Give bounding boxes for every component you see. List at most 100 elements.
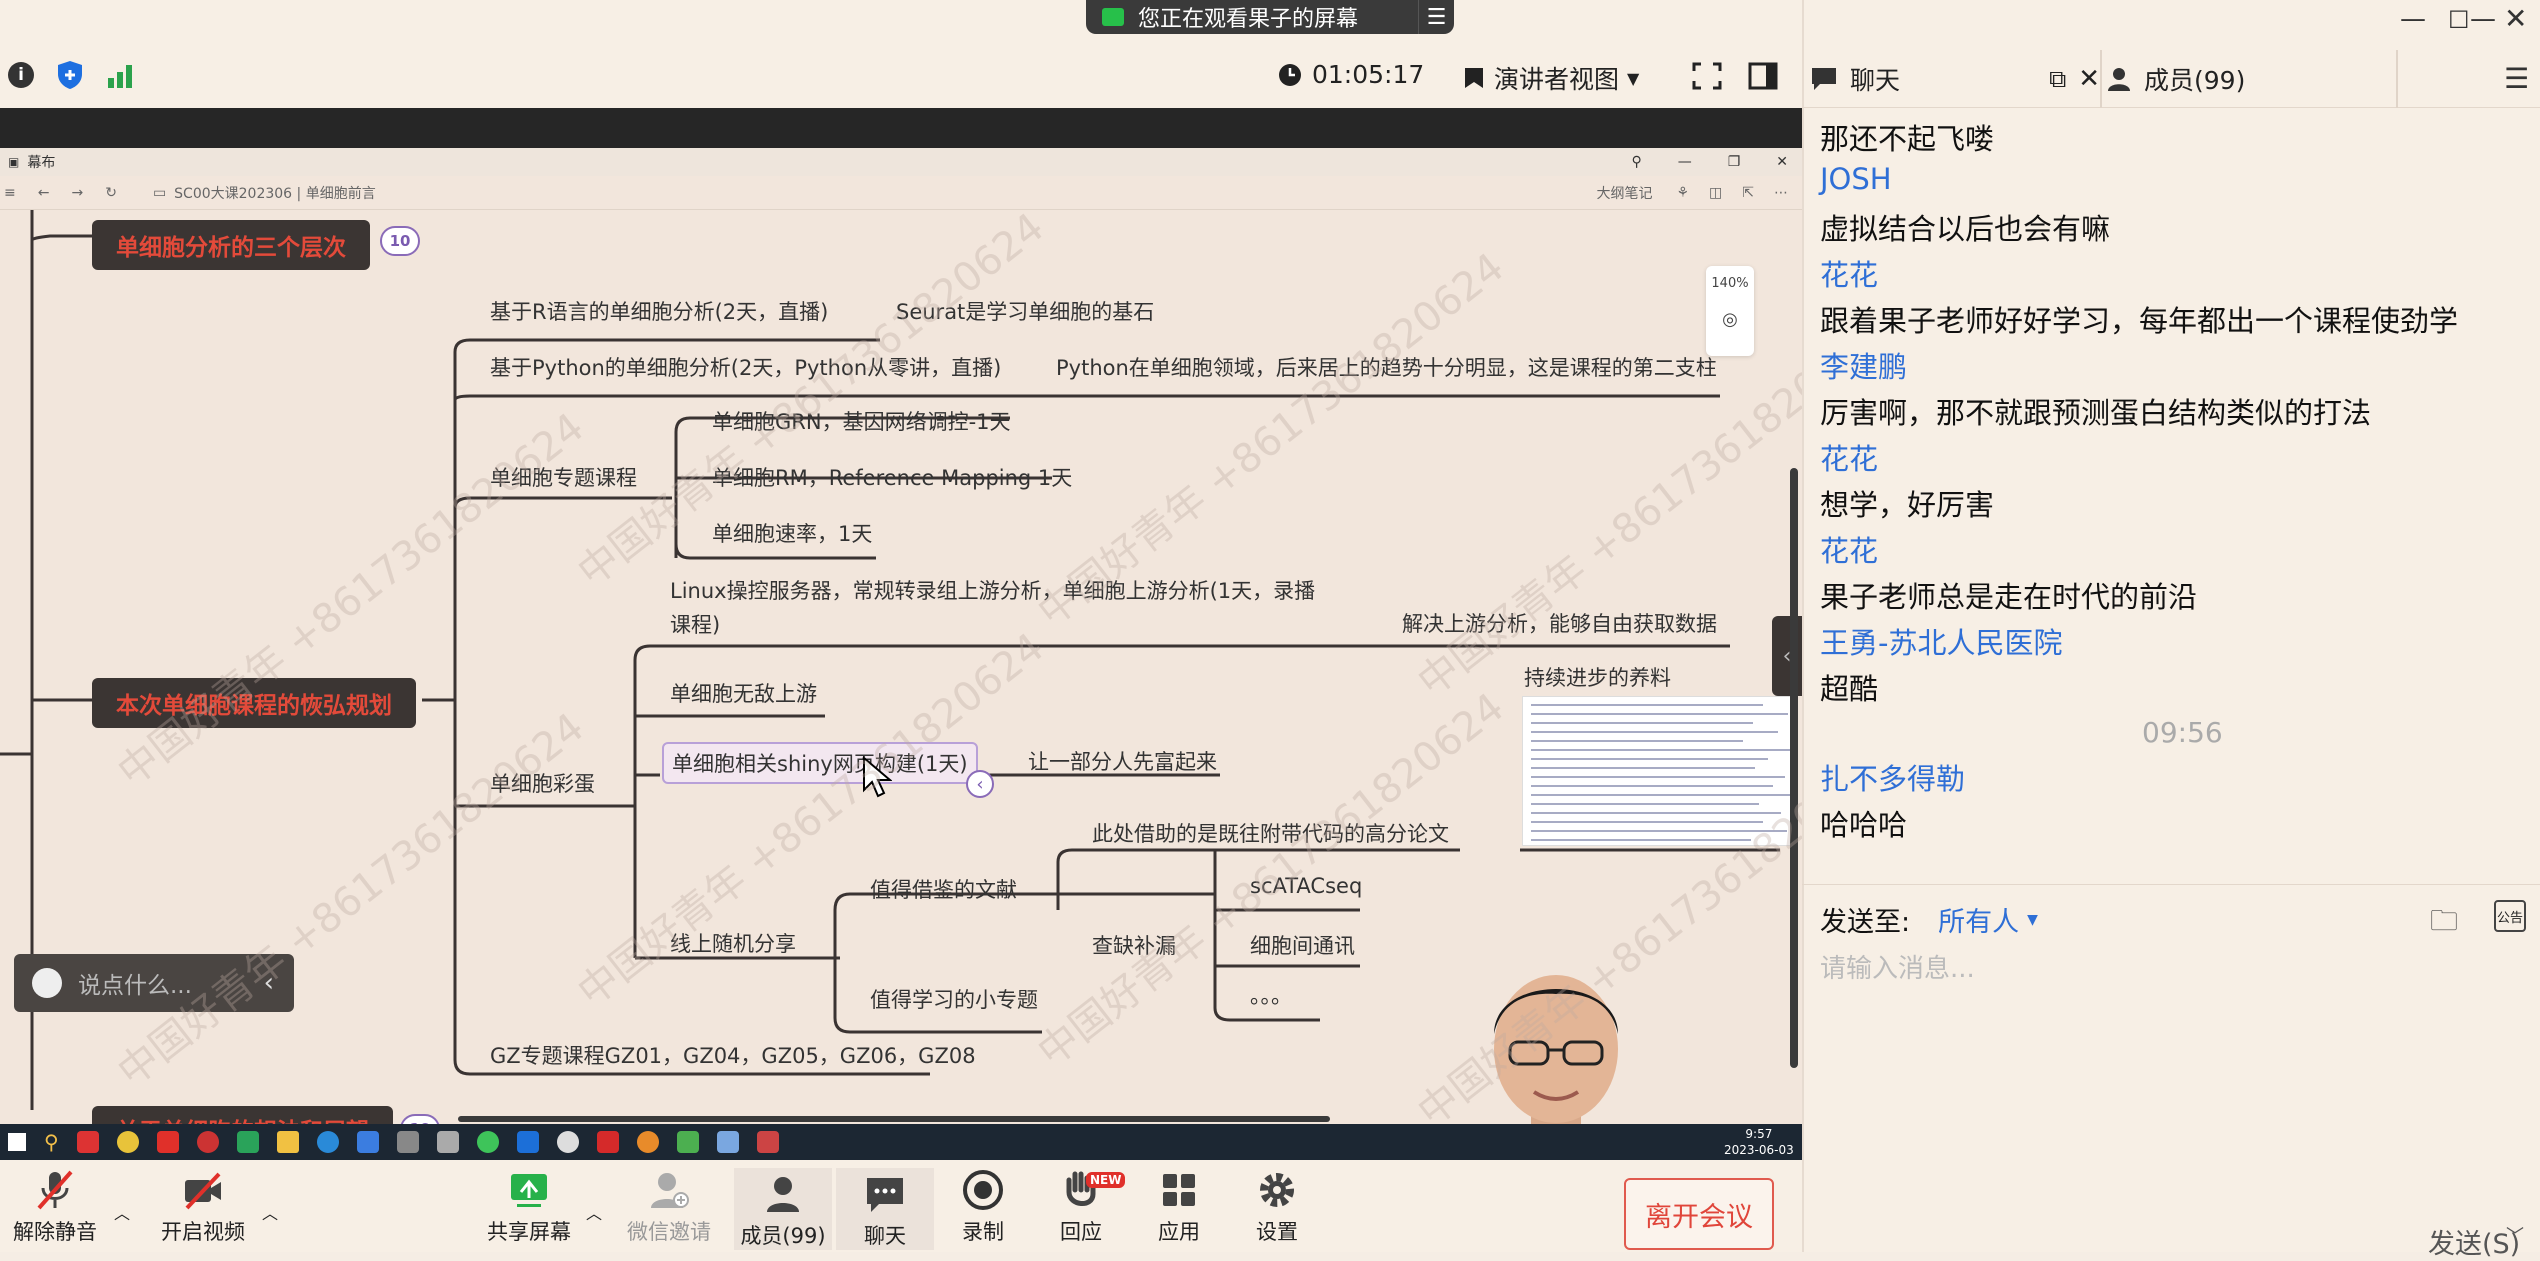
chat-sender-name[interactable]: 王勇-苏北人民医院 <box>1820 620 2062 662</box>
fullscreen-icon[interactable] <box>1692 62 1722 90</box>
danmaku-input-bar[interactable]: 说点什么... ‹ <box>14 954 294 1012</box>
more-icon: ⋯ <box>1774 184 1788 201</box>
node-invincible[interactable]: 单细胞无敌上游 <box>670 678 817 708</box>
chat-sender-name[interactable]: 扎不多得勒 <box>1820 756 1965 798</box>
taskbar-app-icon <box>596 1131 619 1153</box>
chat-sender-name[interactable]: 花花 <box>1820 252 1878 294</box>
meeting-timer: 01:05:17 <box>1278 60 1424 89</box>
chat-sender-name[interactable]: JOSH <box>1820 162 1892 196</box>
node-nutrients[interactable]: 持续进步的养料 <box>1524 662 1671 692</box>
zoom-widget[interactable]: 140% ◎ <box>1706 266 1754 356</box>
taskbar-app-icon <box>236 1131 259 1153</box>
settings-button[interactable]: 设置 <box>1228 1168 1326 1246</box>
shared-screen: ▣ 幕布 ⚲ — ❐ ✕ ≡ ← → ↻ ▭ SC00大课202306 | 单细… <box>0 148 1802 1160</box>
node-r-course[interactable]: 基于R语言的单细胞分析(2天，直播) <box>490 296 828 326</box>
node-atac[interactable]: scATACseq <box>1250 874 1362 898</box>
unmute-button[interactable]: 解除静音 <box>6 1168 104 1246</box>
window-minimize-icon[interactable]: — <box>2400 4 2426 34</box>
leave-meeting-button[interactable]: 离开会议 <box>1624 1178 1774 1250</box>
taskbar-app-icon <box>516 1131 539 1153</box>
view-mode-dropdown[interactable]: 演讲者视图 ▼ <box>1462 60 1639 96</box>
tab-chat[interactable]: 聊天 ⧉ ✕ <box>1810 50 2100 108</box>
window-maximize-icon[interactable]: ☐ <box>2448 6 2470 34</box>
members-button[interactable]: 成员(99) <box>734 1168 832 1250</box>
node-grn[interactable]: 单细胞GRN，基因网络调控-1天 <box>712 406 1011 436</box>
chat-label: 聊天 <box>864 1224 906 1248</box>
chat-sender-name[interactable]: 花花 <box>1820 528 1878 570</box>
share-screen-button[interactable]: 共享屏幕 <box>480 1168 578 1246</box>
signal-icon[interactable] <box>106 64 134 88</box>
horizontal-scrollbar[interactable] <box>458 1116 1330 1122</box>
vertical-scrollbar[interactable] <box>1790 468 1798 1068</box>
notice-icon[interactable]: 公告 <box>2494 900 2526 932</box>
paper-list-image[interactable] <box>1522 696 1798 846</box>
node-shiny[interactable]: 单细胞相关shiny网页构建(1天) <box>662 742 978 784</box>
chevron-up-icon[interactable]: ︿ <box>114 1200 130 1224</box>
collapse-node-icon[interactable]: ‹ <box>966 770 994 798</box>
node-shiny-note[interactable]: 让一部分人先富起来 <box>1028 746 1217 776</box>
chat-message-text: 超酷 <box>1820 672 1879 706</box>
child-count-badge[interactable]: 10 <box>380 226 420 256</box>
danmaku-input[interactable]: 说点什么... <box>78 966 264 1000</box>
window-close-icon[interactable]: ✕ <box>2504 2 2527 35</box>
start-video-button[interactable]: 开启视频 <box>154 1168 252 1246</box>
node-py-note[interactable]: Python在单细胞领域，后来居上的趋势十分明显，这是课程的第二支柱 <box>1056 352 1717 382</box>
node-upstream-note[interactable]: 解决上游分析，能够自由获取数据 <box>1402 608 1717 638</box>
node-rm[interactable]: 单细胞RM，Reference Mapping 1天 <box>712 462 1072 492</box>
node-dots[interactable]: 。。。 <box>1250 980 1292 1010</box>
recipient-dropdown[interactable]: 所有人 ▼ <box>1938 900 2038 939</box>
node-borrow-note[interactable]: 此处借助的是既往附带代码的高分论文 <box>1092 818 1449 848</box>
taskbar-app-icon <box>436 1131 459 1153</box>
node-topic[interactable]: 值得学习的小专题 <box>870 984 1038 1014</box>
search-icon: ⚲ <box>44 1130 59 1154</box>
chevron-up-icon[interactable]: ︿ <box>586 1200 602 1224</box>
taskbar-date: 2023-06-03 <box>1724 1143 1794 1157</box>
apps-button[interactable]: 应用 <box>1130 1168 1228 1246</box>
tab-members[interactable]: 成员(99) <box>2106 50 2396 108</box>
panel-menu-icon[interactable]: ☰ <box>2504 62 2529 95</box>
node-r-note[interactable]: Seurat是学习单细胞的基石 <box>896 296 1154 326</box>
collapse-icon[interactable]: ‹ <box>264 968 274 998</box>
shared-window-titlebar: ▣ 幕布 ⚲ — ❐ ✕ <box>0 148 1802 176</box>
send-to-row: 发送至: 所有人 ▼ <box>1820 900 2038 939</box>
info-icon[interactable]: i <box>8 62 34 88</box>
apps-label: 应用 <box>1158 1220 1200 1244</box>
node-linux[interactable]: Linux操控服务器，常规转录组上游分析，单细胞上游分析(1天，录播课程) <box>670 574 1334 642</box>
chevron-up-icon[interactable]: ︿ <box>262 1200 278 1224</box>
node-comm[interactable]: 细胞间通讯 <box>1250 930 1355 960</box>
window-minimize-icon[interactable]: — <box>2470 4 2496 34</box>
node-easter[interactable]: 单细胞彩蛋 <box>490 768 595 798</box>
chat-sender-name[interactable]: 花花 <box>1820 436 1878 478</box>
chat-tab-icon <box>1812 68 1836 90</box>
chat-sender-name[interactable]: 李建鹏 <box>1820 344 1907 386</box>
chat-timestamp: 09:56 <box>2142 716 2223 749</box>
view-mode-label: 演讲者视图 <box>1494 65 1620 94</box>
node-special[interactable]: 单细胞专题课程 <box>490 462 637 492</box>
shield-icon[interactable] <box>56 60 84 90</box>
chat-message-text: 哈哈哈 <box>1820 808 1908 842</box>
file-folder-icon[interactable]: 🗀 <box>2430 900 2458 948</box>
node-fill[interactable]: 查缺补漏 <box>1092 930 1176 960</box>
node-py-course[interactable]: 基于Python的单细胞分析(2天，Python从零讲，直播) <box>490 352 1001 382</box>
mindmap-node-plan[interactable]: 本次单细胞课程的恢弘规划 <box>92 678 416 728</box>
send-options-chevron-icon[interactable]: ﹀ <box>2506 1222 2524 1248</box>
popout-icon[interactable]: ⧉ <box>2049 65 2066 93</box>
message-input[interactable]: 请输入消息... <box>1820 948 1975 985</box>
record-button[interactable]: 录制 <box>934 1168 1032 1246</box>
emoji-icon[interactable] <box>32 968 62 998</box>
wechat-invite-button[interactable]: 微信邀请 <box>620 1168 718 1246</box>
close-tab-icon[interactable]: ✕ <box>2078 64 2100 94</box>
banner-menu-icon[interactable]: ☰ <box>1418 0 1454 34</box>
chat-message-text: 那还不起飞喽 <box>1820 122 1995 156</box>
screen-share-banner[interactable]: 您正在观看果子的屏幕 ☰ <box>1086 0 1454 34</box>
node-rate[interactable]: 单细胞速率，1天 <box>712 518 872 548</box>
share-screen-icon <box>511 1174 547 1207</box>
node-gz[interactable]: GZ专题课程GZ01，GZ04，GZ05，GZ06，GZ08 <box>490 1040 976 1070</box>
mindmap-node-three-levels[interactable]: 单细胞分析的三个层次 <box>92 220 370 270</box>
node-share[interactable]: 线上随机分享 <box>670 928 796 958</box>
side-panel-toggle-icon[interactable] <box>1748 62 1778 90</box>
chat-button[interactable]: 聊天 <box>836 1168 934 1250</box>
taskbar-app-icon <box>676 1131 699 1153</box>
taskbar-app-icon <box>556 1131 579 1153</box>
node-lit[interactable]: 值得借鉴的文献 <box>870 874 1017 904</box>
